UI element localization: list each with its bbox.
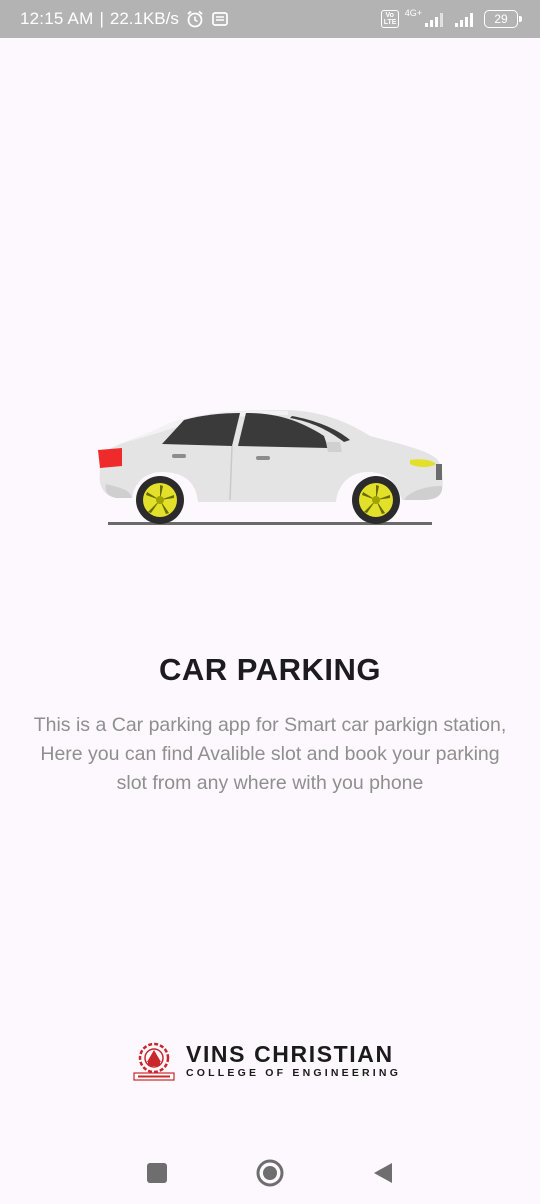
network-type: 4G+ — [404, 8, 422, 18]
status-time: 12:15 AM — [20, 9, 94, 28]
recents-button[interactable] — [137, 1153, 177, 1193]
college-emblem-icon — [133, 1042, 175, 1081]
signal-icon — [454, 10, 478, 28]
logo-main-text: VINS CHRISTIAN — [186, 1041, 394, 1067]
battery-icon: 29 — [484, 10, 522, 28]
car-icon — [98, 410, 443, 525]
logo-sub-text: COLLEGE OF ENGINEERING — [186, 1067, 402, 1079]
status-bar: 12:15 AM | 22.1KB/s Vo LTE 4G+ 29 — [0, 0, 540, 38]
home-button[interactable] — [250, 1153, 290, 1193]
battery-level: 29 — [494, 12, 508, 26]
back-icon — [374, 1163, 393, 1183]
status-separator: | — [99, 9, 104, 28]
app-description: This is a Car parking app for Smart car … — [33, 714, 507, 794]
status-speed: 22.1KB/s — [109, 9, 179, 28]
logo-text: VINS CHRISTIAN COLLEGE OF ENGINEERING — [186, 1042, 401, 1080]
home-icon — [256, 1159, 284, 1187]
navigation-bar — [0, 1142, 540, 1204]
signal-icon — [424, 10, 448, 28]
car-illustration — [92, 402, 448, 534]
back-button[interactable] — [363, 1153, 403, 1193]
status-left: 12:15 AM | 22.1KB/s — [20, 9, 229, 29]
volte-icon: Vo LTE — [380, 10, 399, 28]
notification-icon — [211, 10, 229, 28]
recents-icon — [146, 1163, 167, 1183]
page-title: CAR PARKING — [159, 652, 381, 687]
status-right: Vo LTE 4G+ 29 — [380, 8, 522, 28]
college-logo: VINS CHRISTIAN COLLEGE OF ENGINEERING — [132, 1038, 412, 1084]
alarm-icon — [185, 9, 205, 29]
